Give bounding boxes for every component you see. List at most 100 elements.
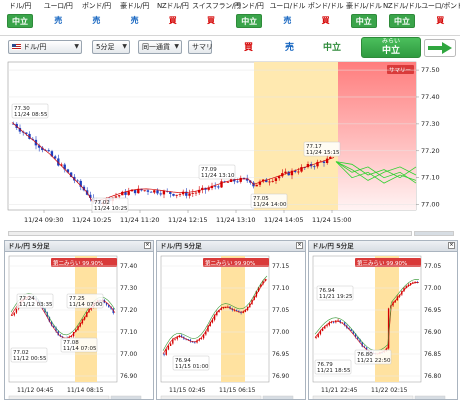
candle-body [174, 338, 176, 340]
sub-zoom-slider[interactable] [414, 395, 446, 401]
candle-body [255, 184, 258, 187]
signal-pair-label: スイスフラン/円 [192, 2, 241, 10]
sub-zoom-slider[interactable] [110, 395, 142, 401]
candle-body [217, 186, 220, 188]
price-annotation: 77.0211/24 10:25 [91, 197, 129, 213]
current-signal-caption: みらい [381, 38, 400, 45]
candle-body [284, 171, 287, 174]
candle-body [175, 194, 178, 196]
candle-body [200, 338, 203, 340]
y-tick-label: 77.20 [120, 307, 137, 314]
annotation-time: 11/12 03:35 [19, 302, 53, 308]
sub-chart-1-title: ドル/円 5分足 [8, 242, 50, 250]
candle-body [271, 180, 274, 182]
x-tick-label: 11/15 02:45 [169, 387, 206, 394]
signal-11[interactable]: NZドル/ドル 中立 [383, 2, 422, 34]
signal-1[interactable]: ドル/円中立 [1, 2, 39, 34]
candle-body [194, 192, 198, 194]
signal-6[interactable]: スイスフラン/円買 [192, 2, 241, 34]
price-annotation: 76.7911/21 18:55 [314, 359, 352, 375]
pair-select[interactable]: ドル/円 ▼ [8, 40, 82, 54]
signal-2[interactable]: ユーロ/円売 [39, 2, 77, 34]
price-annotation: 76.8011/21 22:50 [354, 349, 392, 365]
price-annotation: 77.0211/12 00:55 [10, 347, 48, 363]
sub-scrollbar[interactable] [8, 395, 110, 401]
candle-body [172, 193, 175, 196]
signal-10[interactable]: 豪ドル/ドル 中立 [345, 2, 383, 34]
sub-plot-area [8, 255, 118, 383]
annotation-time: 11/21 19:25 [319, 294, 353, 300]
candle-body [313, 166, 316, 168]
main-price-chart[interactable]: サマリー 77.50 77.40 77.30 77.20 77.10 77.00 11/24 … [4, 60, 456, 230]
close-icon[interactable]: × [448, 242, 455, 249]
summary-button-label: サマリ [192, 43, 213, 51]
summary-zone [338, 62, 416, 210]
main-chart-scrollbar[interactable] [8, 231, 412, 236]
signal-pair-label: NZドル/円 [157, 2, 189, 10]
signal-pair-label: ドル/円 [8, 2, 32, 10]
main-chart-zoom-slider[interactable] [414, 231, 454, 236]
signal-value-sell: 売 [54, 16, 63, 25]
sub-chart-2-plot[interactable]: 第二みらい 99.90% 77.1577.1077.0577.0076.9576.… [157, 252, 305, 401]
signal-8[interactable]: ユーロ/ドル売 [268, 2, 306, 34]
signal-7[interactable]: ランド/円 中立 [230, 2, 268, 34]
y-tick-label: 77.10 [272, 285, 289, 292]
price-annotation: 76.9411/21 19:25 [316, 285, 354, 301]
sub-zoom-slider[interactable] [262, 395, 294, 401]
candle-body [220, 181, 223, 188]
candle-body [159, 193, 162, 195]
sub-scrollbar[interactable] [312, 395, 414, 401]
mode-select[interactable]: 同一通貨 ▼ [138, 40, 182, 54]
chevron-down-icon: ▼ [74, 43, 79, 50]
candle-body [326, 325, 328, 327]
close-icon[interactable]: × [296, 242, 303, 249]
signal-9[interactable]: ポンド/ドル買 [307, 2, 345, 34]
sub-chart-1-plot[interactable]: 第二みらい 99.90% 77.4077.3077.2077.1077.0076.… [5, 252, 153, 401]
annotation-time: 11/14 07:05 [63, 346, 97, 352]
signal-value-sell: 売 [92, 16, 101, 25]
sub-chart-3-title: ドル/円 5分足 [312, 242, 354, 250]
y-tick-label: 77.00 [120, 351, 137, 358]
x-tick-label: 11/24 10:25 [72, 216, 112, 224]
y-tick-label: 76.90 [424, 329, 441, 336]
pair-select-value: ドル/円 [23, 43, 47, 51]
y-tick-label: 77.10 [421, 174, 440, 182]
summary-button[interactable]: サマリ [188, 40, 213, 54]
candle-body [162, 190, 166, 195]
price-annotation: 77.1711/24 15:15 [303, 141, 341, 157]
y-tick-label: 77.15 [272, 263, 289, 270]
signal-3[interactable]: ポンド/円売 [77, 2, 115, 34]
annotation-time: 11/21 18:55 [317, 368, 351, 374]
candle-body [15, 308, 18, 313]
signal-value-buy: 買 [207, 16, 215, 25]
candle-body [167, 346, 170, 350]
y-tick-label: 76.90 [272, 373, 289, 380]
signal-5[interactable]: NZドル/円買 [154, 2, 192, 34]
current-signal-value: 中立 [381, 46, 400, 56]
y-tick-label: 77.20 [421, 147, 440, 155]
us-flag-icon [12, 44, 21, 50]
signal-12[interactable]: ユーロ/ポンド買 [421, 2, 460, 34]
close-icon[interactable]: × [144, 242, 151, 249]
x-tick-label: 11/12 04:45 [17, 387, 54, 394]
signal-pair-label: ランド/円 [234, 2, 264, 10]
y-tick-label: 76.95 [424, 307, 441, 314]
annotation-time: 11/24 15:15 [306, 150, 340, 156]
candle-body [236, 181, 239, 183]
interval-select[interactable]: 5分足 ▼ [92, 40, 130, 54]
signal-value-neu: 中立 [389, 14, 415, 28]
y-tick-label: 77.05 [424, 263, 441, 270]
signal-highlight-zone [75, 256, 97, 382]
signal-pair-label: ユーロ/円 [43, 2, 73, 10]
candle-body [165, 349, 167, 355]
signal-4[interactable]: 豪ドル/円売 [116, 2, 154, 34]
sub-chart-3-plot[interactable]: 第三みらい 99.90% 77.0577.0076.9576.9076.8576.… [309, 252, 457, 401]
signal-value-buy: 買 [321, 16, 330, 25]
signal-value-buy: 買 [168, 16, 177, 25]
signal-value-neu: 中立 [7, 14, 33, 28]
x-tick-label: 11/24 09:30 [24, 216, 64, 224]
signal-value-neu: 中立 [350, 14, 377, 28]
sub-scrollbar[interactable] [160, 395, 262, 401]
price-annotation: 76.9411/15 01:00 [172, 355, 210, 371]
signal-pair-label: ユーロ/ポンド [421, 2, 460, 10]
